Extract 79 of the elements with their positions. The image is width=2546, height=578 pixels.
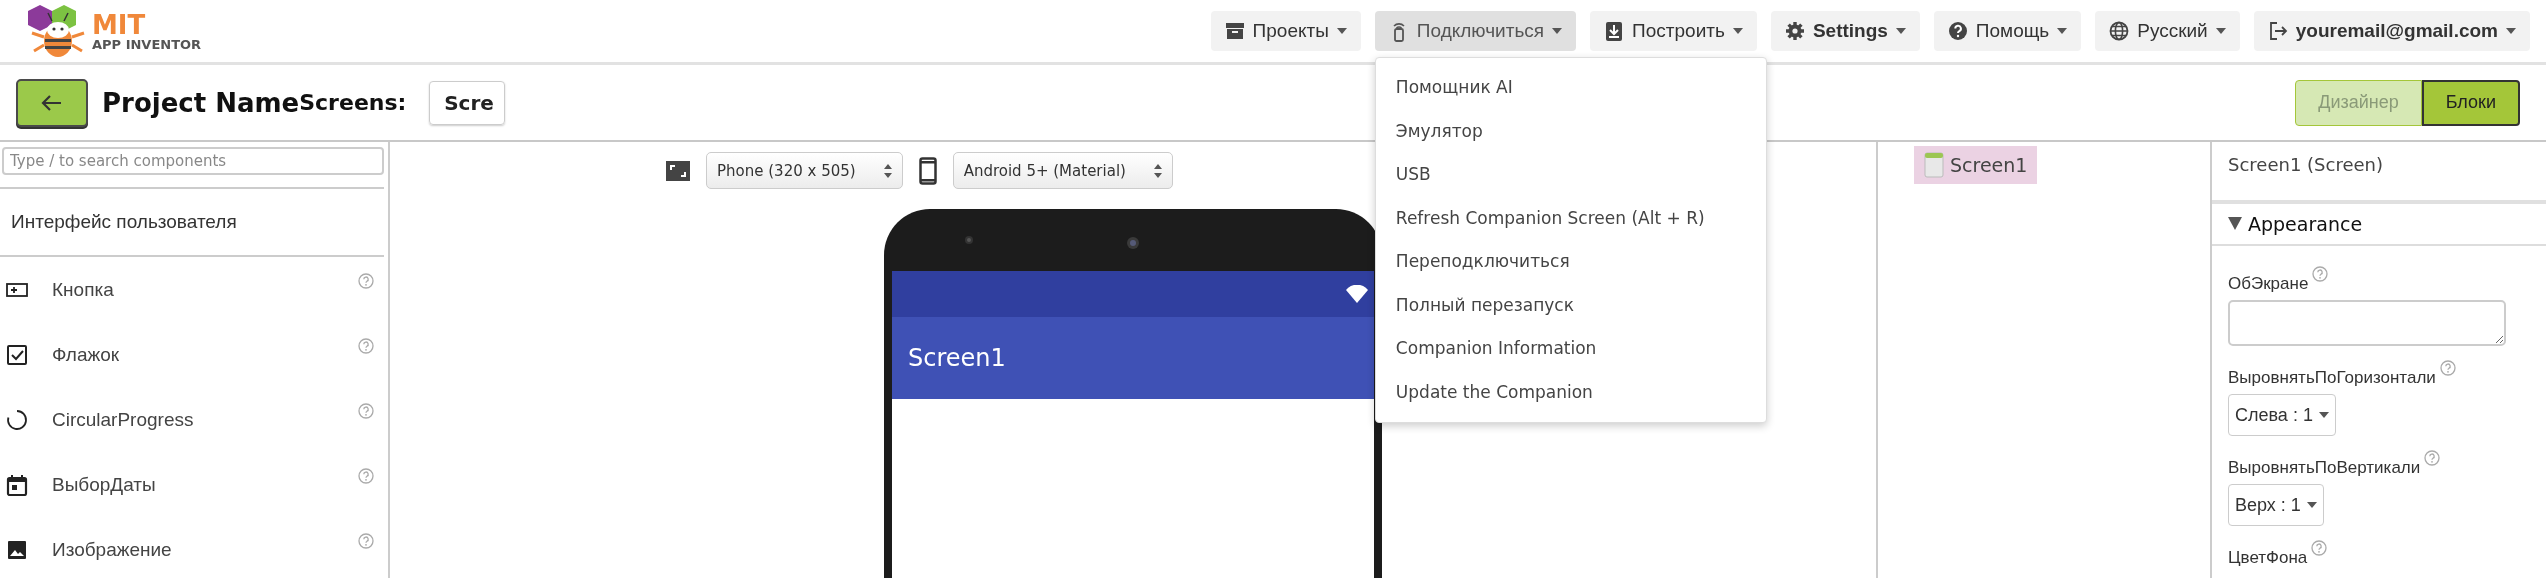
up-down-icon [1153, 163, 1162, 178]
section-header[interactable]: Appearance [2212, 200, 2546, 246]
menu-button[interactable]: Русский [2095, 11, 2240, 51]
arrow-left-icon [41, 92, 63, 113]
palette-item[interactable]: CircularProgress [52, 408, 334, 431]
menu-button[interactable]: Settings [1770, 11, 1920, 51]
circular-progress-icon [6, 408, 28, 431]
menu-button[interactable]: Подключиться [1374, 11, 1577, 51]
menu-button[interactable]: Построить [1590, 11, 1757, 51]
palette-item[interactable]: Кнопка [52, 278, 334, 301]
menu-button[interactable]: Помощь [1933, 11, 2082, 51]
project-name: Project Name [102, 87, 300, 118]
properties-title: Screen1 (Screen) [2227, 153, 2384, 177]
help-icon[interactable] [358, 403, 374, 419]
menu-item[interactable]: Companion Information [1375, 327, 1766, 371]
property-label: ЦветФона [2228, 548, 2308, 568]
menu-item[interactable]: Эмулятор [1375, 109, 1766, 153]
menu-item[interactable]: Помощник AI [1375, 66, 1766, 110]
download-icon [1604, 20, 1625, 42]
category-header[interactable]: Интерфейс пользователя [11, 211, 237, 233]
calendar-icon [6, 473, 28, 496]
tree-item[interactable]: Screen1 [1914, 146, 2038, 184]
phone-icon[interactable] [918, 156, 937, 185]
help-icon[interactable] [2439, 360, 2456, 376]
caret-icon [2318, 412, 2329, 418]
image-icon [6, 538, 28, 561]
help-icon[interactable] [2311, 540, 2328, 556]
search-field[interactable]: Type / to search components [2, 147, 384, 175]
menu-item[interactable]: USB [1375, 153, 1766, 197]
caret-icon [1895, 28, 1906, 34]
caret-icon [2506, 28, 2516, 34]
back-button[interactable] [16, 78, 88, 127]
help-icon[interactable] [358, 273, 374, 289]
screens-label: Screens: [299, 90, 408, 115]
checkbox-icon [6, 343, 28, 366]
menu-item[interactable]: Переподключиться [1375, 240, 1766, 284]
palette-item[interactable]: Изображение [52, 538, 334, 561]
screen-dropdown[interactable]: Scre [429, 80, 506, 125]
sensor-icon [964, 235, 974, 245]
help-icon[interactable] [358, 468, 374, 484]
palette-item[interactable]: Флажок [52, 343, 334, 366]
menu-button[interactable]: Проекты [1210, 11, 1361, 51]
caret-icon [2215, 28, 2226, 34]
help-icon [1947, 20, 1968, 42]
menu-item[interactable]: Update the Companion [1375, 370, 1766, 414]
globe-icon [2109, 20, 2130, 42]
logout-icon [2267, 20, 2288, 42]
menu-item[interactable]: Полный перезапуск [1375, 283, 1766, 327]
help-icon[interactable] [2312, 266, 2329, 282]
property-label: ВыровнятьПоГоризонтали [2228, 368, 2436, 388]
logo-subtitle: APP INVENTOR [92, 37, 202, 51]
up-down-icon [883, 163, 892, 178]
caret-icon [1732, 28, 1743, 34]
theme-select[interactable]: Android 5+ (Material) [952, 152, 1173, 189]
help-icon[interactable] [358, 533, 374, 549]
caret-icon [1336, 28, 1347, 34]
property-select[interactable]: Слева : 1 [2228, 394, 2336, 436]
screen-title: Screen1 [908, 344, 1006, 372]
property-select[interactable]: Верх : 1 [2228, 484, 2324, 526]
logo-title: MIT [92, 11, 147, 38]
triangle-down-icon [2228, 217, 2242, 231]
resize-icon[interactable] [666, 160, 690, 181]
caret-icon [2057, 28, 2068, 34]
property-label: ВыровнятьПоВертикали [2228, 458, 2421, 478]
help-icon[interactable] [2424, 450, 2441, 466]
archive-icon [1224, 20, 1245, 42]
menu-button[interactable]: youremail@gmail.com [2253, 11, 2530, 51]
caret-icon [2306, 502, 2317, 508]
palette-item[interactable]: ВыборДаты [52, 473, 334, 496]
mode-button[interactable]: Блоки [2421, 79, 2520, 126]
menu-item[interactable]: Refresh Companion Screen (Alt + R) [1375, 196, 1766, 240]
caret-icon [1552, 28, 1563, 34]
text-area[interactable] [2228, 300, 2506, 346]
settings-icon [1784, 20, 1805, 42]
property-label: ОбЭкране [2228, 274, 2309, 294]
wifi-icon [1346, 285, 1368, 303]
help-icon[interactable] [358, 338, 374, 354]
screen-icon [1924, 152, 1944, 178]
size-select[interactable]: Phone (320 x 505) [706, 152, 903, 189]
